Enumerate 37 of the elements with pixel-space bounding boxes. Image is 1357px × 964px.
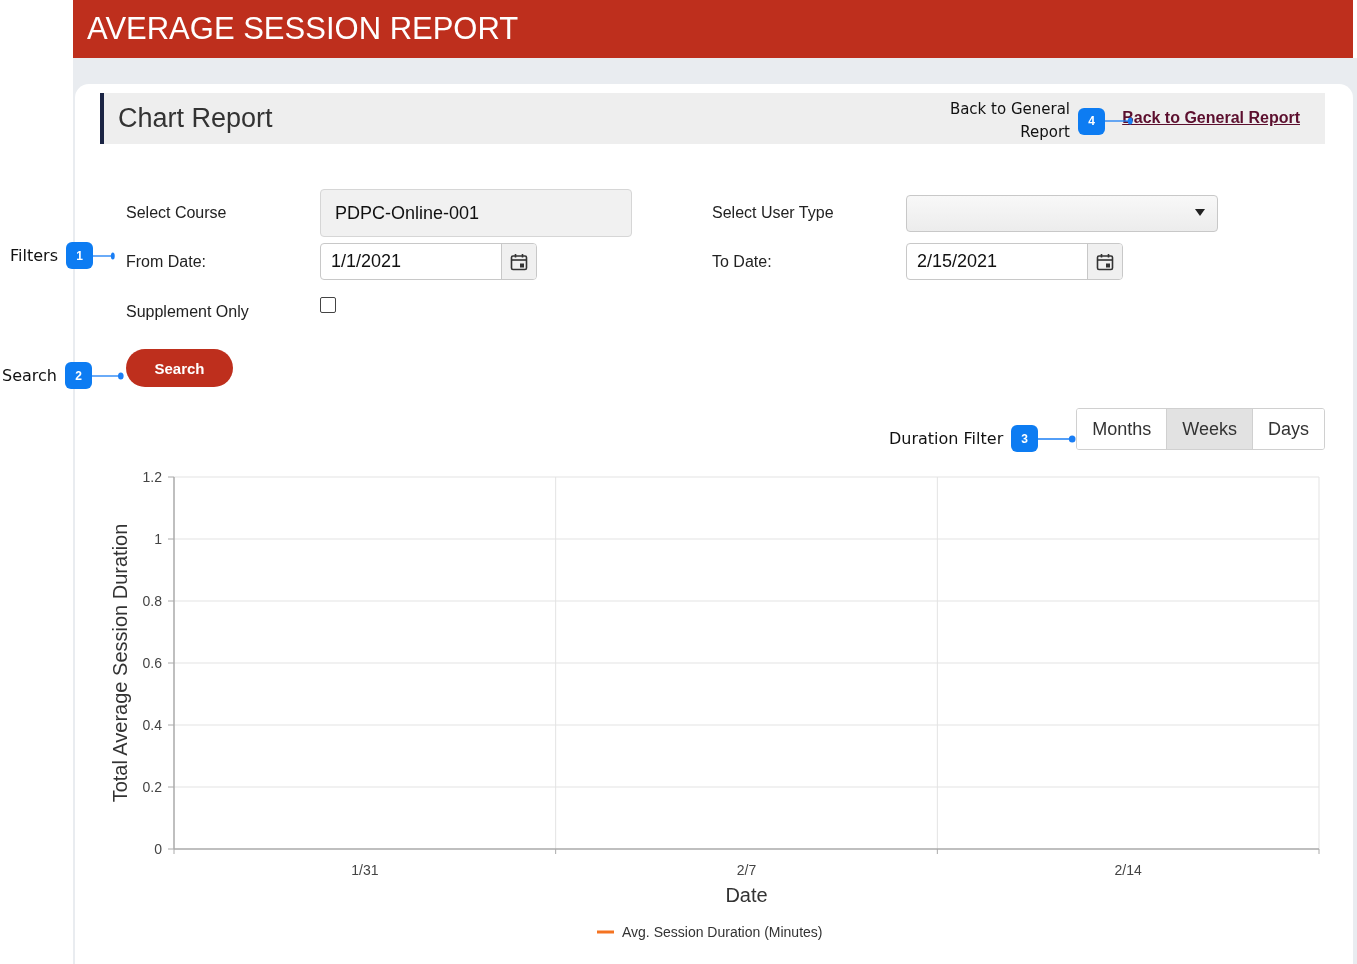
callout-label: Filters <box>10 246 58 265</box>
leader-line <box>91 370 124 381</box>
tick-label: 2/14 <box>1114 862 1142 878</box>
field-label: Supplement Only <box>126 301 250 321</box>
leader-line <box>1038 433 1077 444</box>
field-label: Select Course <box>126 204 228 222</box>
leader-line <box>92 250 115 261</box>
callout-badge: 4 <box>1078 107 1105 135</box>
callout-badge: 2 <box>64 362 92 389</box>
checkbox[interactable] <box>320 296 336 313</box>
legend-label: Avg. Session Duration (Minutes) <box>622 924 823 940</box>
duration-tab[interactable]: Weeks <box>1166 409 1252 449</box>
search-button[interactable]: Search <box>126 349 233 387</box>
tick-label: 0.2 <box>142 779 162 795</box>
panel-title: Chart Report <box>118 103 273 134</box>
course-field[interactable]: PDPC-Online-001 <box>320 189 632 237</box>
callout-label: Search <box>2 366 57 385</box>
tick-label: 0 <box>154 841 162 857</box>
tick-label: 1 <box>154 531 162 547</box>
callout-label: Back to General Report <box>948 99 1070 143</box>
tick-label: 0.4 <box>142 717 162 733</box>
axis-title: Total Average Session Duration <box>109 523 131 803</box>
field-label: Select User Type <box>712 204 835 222</box>
tick-label: 2/7 <box>736 862 757 878</box>
field-label: To Date: <box>712 252 773 271</box>
callout-label: Duration Filter <box>889 429 1004 448</box>
callout-badge: 3 <box>1011 425 1039 452</box>
axis-title: Date <box>725 884 768 906</box>
duration-tab[interactable]: Days <box>1252 409 1324 449</box>
tick-label: 0.6 <box>142 655 162 671</box>
tick-label: 0.8 <box>142 593 162 609</box>
caret-icon <box>1195 209 1205 217</box>
tick-label: 1/31 <box>351 862 379 878</box>
callout-badge: 1 <box>65 242 93 269</box>
field-label: From Date: <box>126 252 207 271</box>
page-title: AVERAGE SESSION REPORT <box>87 11 519 47</box>
tick-label: 1.2 <box>142 469 162 485</box>
